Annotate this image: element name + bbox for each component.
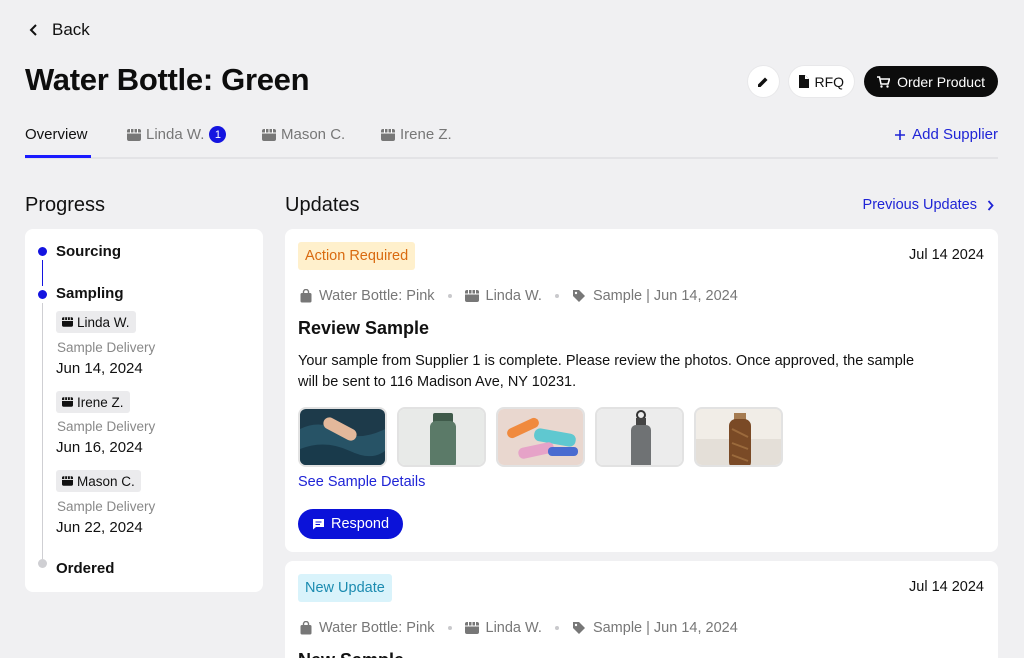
update-meta: Water Bottle: Pink Linda W. Sample | Jun… (300, 288, 738, 304)
sample-delivery-date: Jun 16, 2024 (56, 439, 143, 456)
supplier-chip-label: Mason C. (77, 473, 135, 489)
update-title: Review Sample (298, 318, 430, 338)
store-icon (464, 290, 479, 302)
status-badge: New Update (298, 574, 392, 602)
stage-dot-pending (38, 559, 47, 568)
sample-photos (298, 407, 783, 467)
see-sample-details-link[interactable]: See Sample Details (298, 474, 425, 490)
tab-label: Mason C. (281, 126, 346, 143)
order-product-button[interactable]: Order Product (864, 66, 998, 97)
sample-photo[interactable] (595, 407, 684, 467)
meta-supplier: Linda W. (485, 620, 542, 636)
meta-sample: Sample | Jun 14, 2024 (592, 620, 738, 636)
stage-dot-current (38, 290, 47, 299)
page-title: Water Bottle: Green (25, 62, 310, 97)
progress-line-pending (42, 303, 43, 559)
update-body: Your sample from Supplier 1 is complete.… (298, 353, 915, 390)
sample-delivery-label: Sample Delivery (57, 499, 156, 514)
store-icon (62, 476, 73, 486)
stage-ordered: Ordered (56, 560, 115, 577)
stage-sourcing: Sourcing (56, 243, 122, 260)
updates-heading: Updates (285, 194, 360, 216)
tag-icon (572, 290, 585, 302)
chat-icon (313, 519, 324, 530)
notification-badge: 1 (209, 126, 227, 143)
tab-linda-w[interactable]: Linda W. 1 (127, 126, 227, 143)
previous-updates-link[interactable]: Previous Updates (863, 197, 994, 213)
status-badge: Action Required (298, 242, 416, 270)
update-card: New Update Jul 14 2024 Water Bottle: Pin… (285, 561, 998, 658)
store-icon (381, 128, 395, 141)
progress-line-active (42, 260, 43, 286)
meta-supplier: Linda W. (485, 288, 542, 304)
edit-button[interactable] (747, 66, 779, 97)
rfq-label: RFQ (814, 73, 845, 90)
rfq-button[interactable]: RFQ (788, 66, 855, 97)
meta-sample: Sample | Jun 14, 2024 (592, 288, 738, 304)
sample-photo[interactable] (397, 407, 486, 467)
document-icon (798, 75, 809, 88)
supplier-chip[interactable]: Irene Z. (56, 391, 130, 413)
back-button[interactable]: Back (28, 20, 90, 40)
tab-label: Linda W. (146, 126, 205, 143)
supplier-chip-label: Irene Z. (77, 394, 124, 410)
sample-delivery-label: Sample Delivery (57, 340, 156, 355)
progress-heading: Progress (25, 194, 106, 216)
tab-irene-z[interactable]: Irene Z. (381, 126, 452, 143)
header-actions: RFQ Order Product (747, 66, 998, 97)
store-icon (127, 128, 141, 141)
sample-photo[interactable] (694, 407, 783, 467)
back-label: Back (52, 20, 90, 39)
progress-card: Sourcing Sampling Linda W. Sample Delive… (25, 229, 263, 592)
respond-label: Respond (331, 516, 390, 532)
active-tab-indicator (25, 155, 91, 158)
store-icon (262, 128, 276, 141)
update-date: Jul 14 2024 (909, 247, 984, 263)
sample-photo[interactable] (298, 407, 387, 467)
tab-mason-c[interactable]: Mason C. (262, 126, 345, 143)
tab-label: Irene Z. (400, 126, 452, 143)
chevron-right-icon (987, 199, 994, 211)
pencil-icon (758, 77, 768, 87)
shopping-bag-icon (300, 621, 312, 635)
sample-delivery-date: Jun 22, 2024 (56, 519, 143, 536)
supplier-tabs: Overview Linda W. 1 Mason C. Irene Z. Ad… (25, 122, 998, 159)
supplier-chip-label: Linda W. (77, 314, 130, 330)
tab-label: Overview (25, 126, 88, 143)
sample-delivery-label: Sample Delivery (57, 419, 156, 434)
tag-icon (572, 622, 585, 634)
previous-updates-label: Previous Updates (862, 197, 977, 213)
update-date: Jul 14 2024 (909, 579, 984, 595)
tab-overview[interactable]: Overview (25, 126, 88, 143)
supplier-chip[interactable]: Mason C. (56, 470, 141, 492)
separator-dot (554, 626, 559, 630)
separator-dot (554, 294, 559, 298)
store-icon (62, 317, 73, 327)
separator-dot (447, 626, 452, 630)
separator-dot (447, 294, 452, 298)
meta-product: Water Bottle: Pink (319, 620, 435, 636)
cart-icon (877, 75, 891, 88)
plus-icon (895, 129, 906, 140)
supplier-chip[interactable]: Linda W. (56, 311, 136, 333)
store-icon (464, 622, 479, 634)
chevron-left-icon (29, 24, 37, 36)
meta-product: Water Bottle: Pink (319, 288, 435, 304)
store-icon (62, 397, 73, 407)
sample-photo[interactable] (496, 407, 585, 467)
update-meta: Water Bottle: Pink Linda W. Sample | Jun… (300, 620, 738, 636)
sample-delivery-date: Jun 14, 2024 (56, 360, 143, 377)
shopping-bag-icon (300, 289, 312, 303)
add-supplier-label: Add Supplier (912, 126, 998, 143)
update-title: New Sample (298, 650, 404, 658)
order-product-label: Order Product (897, 73, 985, 90)
respond-button[interactable]: Respond (298, 509, 404, 539)
update-card: Action Required Jul 14 2024 Water Bottle… (285, 229, 998, 552)
stage-sampling: Sampling (56, 285, 124, 302)
stage-dot-complete (38, 247, 47, 256)
add-supplier-button[interactable]: Add Supplier (894, 126, 998, 143)
